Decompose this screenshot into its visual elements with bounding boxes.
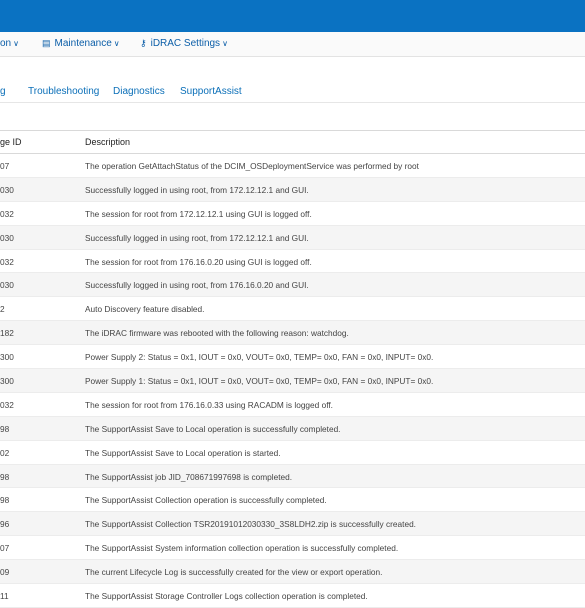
table-row[interactable]: 030 Successfully logged in using root, fr… [0,273,585,298]
message-id-cell: 300 [0,376,14,387]
description-cell: The SupportAssist Save to Local operatio… [85,447,281,458]
message-id-cell: 2 [0,304,5,315]
description-cell: Successfully logged in using root, from … [85,184,309,195]
table-row[interactable]: 030 Successfully logged in using root, fr… [0,225,585,250]
menu-idrac-settings[interactable]: ⚷ iDRAC Settings ∨ [140,38,228,49]
message-id-cell: 030 [0,232,14,243]
description-cell: The current Lifecycle Log is successfull… [85,567,383,578]
description-cell: The session for root from 172.12.12.1 us… [85,208,312,219]
description-cell: The session for root from 176.16.0.20 us… [85,256,312,267]
tab-diagnostics[interactable]: Diagnostics [113,86,165,97]
message-id-cell: 07 [0,543,10,554]
table-row[interactable]: 96 The SupportAssist Collection TSR201910… [0,512,585,537]
main-menu-bar: on ∨ ▤ Maintenance ∨ ⚷ iDRAC Settings ∨ [0,32,585,57]
table-row[interactable]: 02 The SupportAssist Save to Local operat… [0,441,585,465]
message-id-cell: 030 [0,280,14,291]
message-id-cell: 02 [0,447,10,458]
menu-item-truncated[interactable]: on ∨ [0,38,19,49]
message-id-cell: 98 [0,495,10,506]
description-cell: Power Supply 2: Status = 0x1, IOUT = 0x0… [85,352,434,363]
message-id-cell: 96 [0,519,10,530]
message-id-cell: 182 [0,328,14,339]
description-cell: The SupportAssist Storage Controller Log… [85,591,368,602]
description-cell: The session for root from 176.16.0.33 us… [85,399,333,410]
column-header-description[interactable]: Description [85,137,130,147]
table-row[interactable]: 182 The iDRAC firmware was rebooted with … [0,321,585,346]
tab-truncated[interactable]: g [0,86,6,97]
table-row[interactable]: 300 Power Supply 2: Status = 0x1, IOUT = … [0,345,585,370]
message-id-cell: 032 [0,208,14,219]
menu-maintenance-label: Maintenance [54,38,112,49]
table-header: ge ID Description [0,130,585,154]
description-cell: The SupportAssist System information col… [85,543,399,554]
description-cell: The iDRAC firmware was rebooted with the… [85,328,349,339]
menu-maintenance[interactable]: ▤ Maintenance ∨ [42,38,120,49]
message-id-cell: 032 [0,399,14,410]
tab-supportassist[interactable]: SupportAssist [180,86,242,97]
table-row[interactable]: 300 Power Supply 1: Status = 0x1, IOUT = … [0,369,585,393]
description-cell: Power Supply 1: Status = 0x1, IOUT = 0x0… [85,376,434,387]
table-row[interactable]: 98 The SupportAssist Save to Local operat… [0,416,585,441]
subtab-bar: g Troubleshooting Diagnostics SupportAss… [0,78,585,103]
menu-item-truncated-label: on [0,38,12,49]
chevron-down-icon: ∨ [222,39,228,48]
lifecycle-log-table: ge ID Description 07 The operation GetAtt… [0,130,585,608]
message-id-cell: 11 [0,591,9,602]
message-id-cell: 030 [0,184,14,195]
description-cell: Successfully logged in using root, from … [85,232,309,243]
chevron-down-icon: ∨ [13,39,19,48]
description-cell: The operation GetAttachStatus of the DCI… [85,161,419,171]
chevron-down-icon: ∨ [113,39,120,48]
top-banner [0,0,585,32]
table-row[interactable]: 032 The session for root from 176.16.0.20… [0,250,585,274]
table-row[interactable]: 07 The operation GetAttachStatus of the D… [0,154,585,178]
tab-troubleshooting[interactable]: Troubleshooting [28,86,99,97]
table-row[interactable]: 07 The SupportAssist System information c… [0,536,585,561]
description-cell: The SupportAssist Save to Local operatio… [85,423,341,434]
settings-key-icon: ⚷ [140,38,147,48]
message-id-cell: 032 [0,256,14,267]
description-cell: Successfully logged in using root, from … [85,280,309,291]
message-id-cell: 98 [0,423,10,434]
message-id-cell: 09 [0,567,10,578]
maintenance-icon: ▤ [42,38,51,48]
menu-idrac-settings-label: iDRAC Settings [150,38,221,49]
description-cell: The SupportAssist job JID_708671997698 i… [85,471,293,482]
table-row[interactable]: 032 The session for root from 172.12.12.1… [0,202,585,226]
table-row[interactable]: 98 The SupportAssist Collection operation… [0,488,585,513]
description-cell: The SupportAssist Collection operation i… [85,495,327,506]
table-row[interactable]: 030 Successfully logged in using root, fr… [0,177,585,202]
table-row[interactable]: 032 The session for root from 176.16.0.33… [0,393,585,417]
description-cell: Auto Discovery feature disabled. [85,304,205,315]
table-row[interactable]: 09 The current Lifecycle Log is successfu… [0,560,585,585]
description-cell: The SupportAssist Collection TSR20191012… [85,519,416,530]
table-row[interactable]: 2 Auto Discovery feature disabled. [0,297,585,322]
table-row[interactable]: 98 The SupportAssist job JID_708671997698… [0,464,585,489]
column-header-message-id[interactable]: ge ID [0,137,22,147]
message-id-cell: 98 [0,471,10,482]
table-row[interactable]: 11 The SupportAssist Storage Controller L… [0,584,585,608]
message-id-cell: 300 [0,352,14,363]
message-id-cell: 07 [0,161,10,171]
